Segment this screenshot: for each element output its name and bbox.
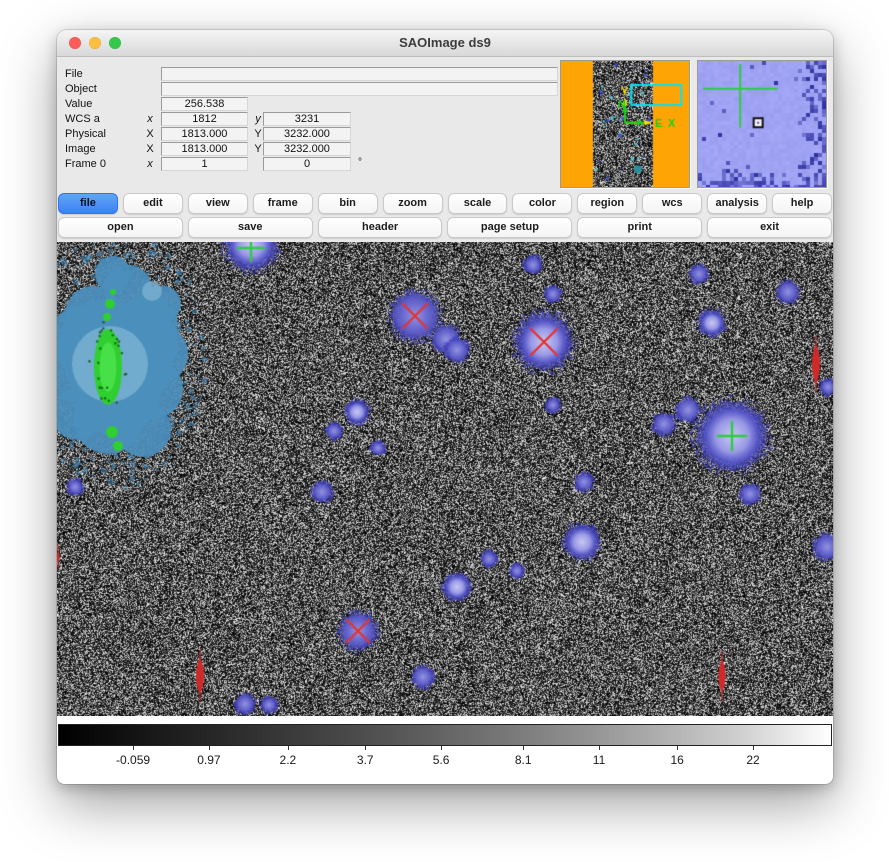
zoom-window-button[interactable] [109, 37, 121, 49]
image-frame [57, 242, 833, 716]
colorbar-tick-label: 16 [671, 753, 684, 767]
colorbar-tick-label: 22 [746, 753, 759, 767]
colorbar-tick-label: -0.059 [116, 753, 150, 767]
colorbar-tick-label: 11 [593, 753, 605, 767]
colorbar-tick [753, 746, 754, 750]
image-x-designator: X [143, 143, 157, 155]
wcs-label: WCS a [65, 113, 100, 125]
info-section: File Object Value 256.538 WCS a x 1812 y… [57, 57, 833, 191]
titlebar[interactable]: SAOImage ds9 [57, 30, 833, 57]
menu-button-file[interactable]: file [58, 193, 118, 214]
frame-x-designator: x [143, 158, 157, 170]
object-value-field [161, 82, 558, 96]
frame-rotation-field: 0 [263, 157, 351, 171]
command-button-open[interactable]: open [58, 217, 183, 238]
panner-panel[interactable] [560, 60, 690, 188]
menu-button-help[interactable]: help [772, 193, 832, 214]
menu-button-analysis[interactable]: analysis [707, 193, 767, 214]
menu-button-scale[interactable]: scale [448, 193, 508, 214]
degree-suffix: ° [358, 157, 362, 168]
colorbar-tick [288, 746, 289, 750]
physical-x-designator: X [143, 128, 157, 140]
menu-button-frame[interactable]: frame [253, 193, 313, 214]
wcs-row: WCS a x 1812 y 3231 [57, 112, 553, 127]
magnifier-panel[interactable] [697, 60, 827, 188]
command-button-exit[interactable]: exit [707, 217, 832, 238]
value-row: Value 256.538 [57, 97, 553, 112]
desktop: { "window": { "title": "SAOImage ds9" },… [0, 0, 889, 862]
physical-label: Physical [65, 128, 106, 140]
colorbar-tick-label: 0.97 [197, 753, 220, 767]
object-row: Object [57, 82, 553, 97]
menu-button-zoom[interactable]: zoom [383, 193, 443, 214]
colorbar-tick [441, 746, 442, 750]
coordinate-readout-panel: File Object Value 256.538 WCS a x 1812 y… [57, 59, 553, 191]
colorbar[interactable] [58, 724, 832, 746]
object-label: Object [65, 83, 97, 95]
frame-row: Frame 0 x 1 0 ° [57, 157, 553, 172]
pixel-value-field: 256.538 [161, 97, 248, 111]
command-button-row: opensaveheaderpage setupprintexit [57, 215, 833, 239]
colorbar-tick-label: 3.7 [357, 753, 374, 767]
sky-image-canvas[interactable] [57, 242, 833, 716]
command-button-header[interactable]: header [318, 217, 443, 238]
file-row: File [57, 67, 553, 82]
colorbar-tick [523, 746, 524, 750]
image-x-field: 1813.000 [161, 142, 248, 156]
command-button-page-setup[interactable]: page setup [447, 217, 572, 238]
menu-button-edit[interactable]: edit [123, 193, 183, 214]
image-y-field: 3232.000 [263, 142, 351, 156]
colorbar-tick [365, 746, 366, 750]
physical-row: Physical X 1813.000 Y 3232.000 [57, 127, 553, 142]
ds9-window: SAOImage ds9 File Object Value 256.538 W… [57, 30, 833, 784]
colorbar-section: -0.059 0.97 2.2 3.7 5.6 8.1 11 16 22 [57, 716, 833, 784]
window-title: SAOImage ds9 [57, 30, 833, 56]
colorbar-tick-label: 5.6 [433, 753, 450, 767]
menu-button-color[interactable]: color [512, 193, 572, 214]
physical-y-field: 3232.000 [263, 127, 351, 141]
menu-button-view[interactable]: view [188, 193, 248, 214]
magnifier-canvas[interactable] [698, 61, 826, 187]
frame-label: Frame 0 [65, 158, 106, 170]
colorbar-tick [677, 746, 678, 750]
value-label: Value [65, 98, 92, 110]
frame-zoom-field: 1 [161, 157, 248, 171]
close-button[interactable] [69, 37, 81, 49]
image-label: Image [65, 143, 96, 155]
wcs-y-field: 3231 [263, 112, 351, 126]
colorbar-tick [209, 746, 210, 750]
command-button-save[interactable]: save [188, 217, 313, 238]
minimize-button[interactable] [89, 37, 101, 49]
wcs-x-field: 1812 [161, 112, 248, 126]
menu-button-wcs[interactable]: wcs [642, 193, 702, 214]
menu-button-bin[interactable]: bin [318, 193, 378, 214]
panner-canvas[interactable] [561, 61, 689, 187]
menu-button-row: fileeditviewframebinzoomscalecolorregion… [57, 191, 833, 215]
traffic-lights [69, 37, 121, 49]
command-button-print[interactable]: print [577, 217, 702, 238]
colorbar-tick-labels: -0.059 0.97 2.2 3.7 5.6 8.1 11 16 22 [58, 746, 832, 772]
menu-button-region[interactable]: region [577, 193, 637, 214]
colorbar-tick [599, 746, 600, 750]
image-row: Image X 1813.000 Y 3232.000 [57, 142, 553, 157]
colorbar-tick [133, 746, 134, 750]
wcs-x-designator: x [143, 113, 157, 125]
file-value-field [161, 67, 558, 81]
physical-x-field: 1813.000 [161, 127, 248, 141]
colorbar-tick-label: 8.1 [515, 753, 532, 767]
colorbar-tick-label: 2.2 [280, 753, 297, 767]
file-label: File [65, 68, 83, 80]
